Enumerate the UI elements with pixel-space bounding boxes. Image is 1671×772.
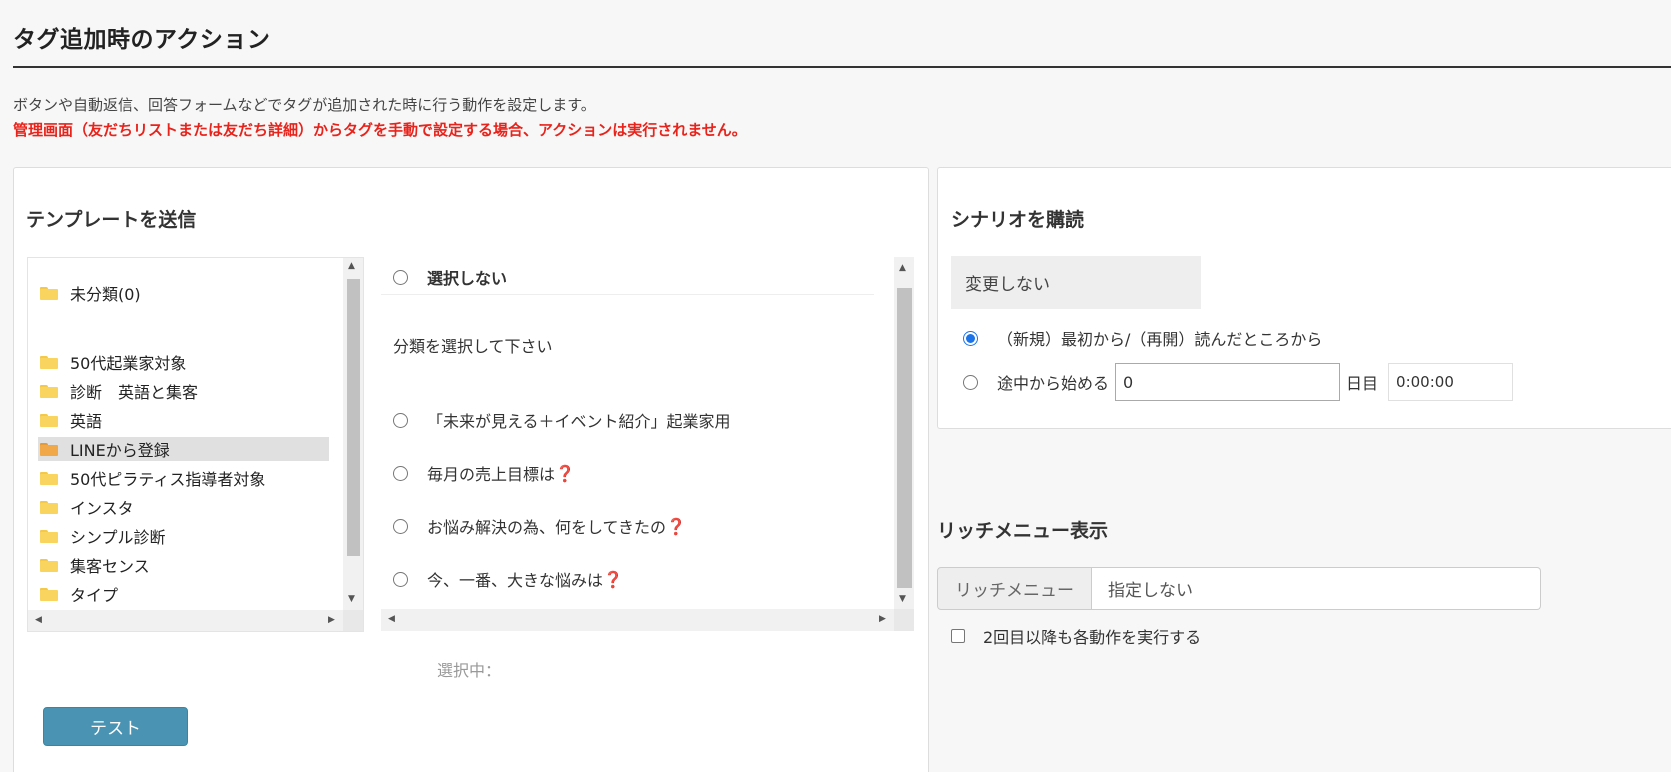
rich-menu-addon-label: リッチメニュー <box>937 567 1092 610</box>
template-option[interactable]: 今、一番、大きな悩みは ❓ <box>393 567 623 591</box>
folder-open-icon <box>40 442 58 456</box>
radio-button[interactable] <box>393 269 408 285</box>
folder-list[interactable]: 未分類(0) 50代起業家対象 診断 英語と集客 英語 LINEから登録 50代… <box>27 257 364 632</box>
question-mark-icon: ❓ <box>555 463 575 483</box>
folder-item-selected[interactable]: LINEから登録 <box>38 437 329 461</box>
question-mark-icon: ❓ <box>603 569 623 589</box>
radio-button[interactable] <box>393 465 408 481</box>
test-button[interactable]: テスト <box>43 707 188 746</box>
rich-menu-select-group[interactable]: リッチメニュー 指定しない <box>937 567 1541 610</box>
folder-icon <box>40 286 58 300</box>
folder-item[interactable]: タイプ <box>38 582 338 606</box>
folder-item[interactable]: 集客センス <box>38 553 338 577</box>
radio-button-checked[interactable] <box>963 330 978 346</box>
template-option[interactable]: 毎月の売上目標は ❓ <box>393 461 575 485</box>
scenario-section-title: シナリオを購読 <box>951 209 1085 231</box>
page-title: タグ追加時のアクション <box>13 27 271 53</box>
day-unit-label: 日目 <box>1346 374 1379 393</box>
folder-icon <box>40 500 58 514</box>
scrollbar-thumb[interactable] <box>897 288 912 588</box>
folder-icon <box>40 558 58 572</box>
folder-label: 集客センス <box>70 557 150 576</box>
radio-button[interactable] <box>393 412 408 428</box>
folder-label: LINEから登録 <box>70 441 170 460</box>
scroll-down-arrow-icon[interactable]: ▼ <box>348 595 355 604</box>
folder-label: 未分類(0) <box>70 285 141 304</box>
template-label: お悩み解決の為、何をしてきたの <box>427 518 667 537</box>
radio-button[interactable] <box>963 374 978 390</box>
scroll-left-arrow-icon[interactable]: ◀ <box>35 616 42 625</box>
no-select-option[interactable]: 選択しない <box>381 260 874 295</box>
folder-label: 50代ピラティス指導者対象 <box>70 470 266 489</box>
folder-label: タイプ <box>70 586 119 605</box>
folder-label: 50代起業家対象 <box>70 354 187 373</box>
folder-label: インスタ <box>70 499 134 518</box>
rich-menu-select[interactable]: 指定しない <box>1092 567 1541 610</box>
day-input[interactable]: 0 <box>1115 363 1341 401</box>
template-list[interactable]: 選択しない 分類を選択して下さい 「未来が見える＋イベント紹介」起業家用 毎月の… <box>381 257 914 632</box>
warning-text: 管理画面（友だちリストまたは友だち詳細）からタグを手動で設定する場合、アクション… <box>13 121 747 139</box>
scroll-up-arrow-icon[interactable]: ▲ <box>899 264 906 273</box>
folder-icon <box>40 384 58 398</box>
template-list-vertical-scrollbar[interactable]: ▲ ▼ <box>894 257 914 609</box>
folder-label: 英語 <box>70 412 103 431</box>
template-option[interactable]: お悩み解決の為、何をしてきたの ❓ <box>393 514 686 538</box>
scenario-no-change-select[interactable]: 変更しない <box>951 256 1201 309</box>
folder-list-vertical-scrollbar[interactable]: ▲ ▼ <box>343 258 363 610</box>
template-label: 今、一番、大きな悩みは <box>427 571 604 590</box>
scroll-up-arrow-icon[interactable]: ▲ <box>348 262 355 271</box>
folder-item[interactable]: インスタ <box>38 495 338 519</box>
scroll-left-arrow-icon[interactable]: ◀ <box>388 615 395 624</box>
scroll-right-arrow-icon[interactable]: ▶ <box>879 615 886 624</box>
scroll-right-arrow-icon[interactable]: ▶ <box>328 616 335 625</box>
radio-button[interactable] <box>393 571 408 587</box>
repeat-actions-option[interactable]: 2回目以降も各動作を実行する <box>951 624 1201 648</box>
page-description: ボタンや自動返信、回答フォームなどでタグが追加された時に行う動作を設定します。 <box>13 96 596 114</box>
category-hint-text: 分類を選択して下さい <box>393 337 553 356</box>
folder-item[interactable]: 診断 英語と集客 <box>38 379 338 403</box>
folder-icon <box>40 413 58 427</box>
rich-menu-section-title: リッチメニュー表示 <box>937 520 1109 542</box>
scrollbar-corner <box>343 610 363 631</box>
folder-item[interactable]: 未分類(0) <box>38 281 338 305</box>
folder-icon <box>40 587 58 601</box>
no-select-label: 選択しない <box>427 269 508 288</box>
template-label: 毎月の売上目標は <box>427 465 556 484</box>
template-label: 「未来が見える＋イベント紹介」起業家用 <box>427 412 731 431</box>
repeat-checkbox[interactable] <box>951 629 965 643</box>
folder-icon <box>40 529 58 543</box>
repeat-checkbox-label: 2回目以降も各動作を実行する <box>983 628 1202 647</box>
folder-label: シンプル診断 <box>70 528 166 547</box>
template-option[interactable]: 「未来が見える＋イベント紹介」起業家用 <box>393 408 731 432</box>
time-input[interactable]: 0:00:00 <box>1388 363 1514 401</box>
folder-label: 診断 英語と集客 <box>70 383 199 402</box>
template-section-title: テンプレートを送信 <box>26 209 197 231</box>
scrollbar-thumb[interactable] <box>347 279 360 556</box>
folder-list-horizontal-scrollbar[interactable]: ◀ ▶ <box>28 610 343 631</box>
category-hint: 分類を選択して下さい <box>393 333 553 357</box>
template-list-horizontal-scrollbar[interactable]: ◀ ▶ <box>381 609 894 631</box>
folder-item[interactable]: 50代起業家対象 <box>38 350 338 374</box>
folder-item[interactable]: シンプル診断 <box>38 524 338 548</box>
radio-button[interactable] <box>393 518 408 534</box>
title-divider <box>13 66 1671 68</box>
option-label: （新規）最初から/（再開）読んだところから <box>997 330 1323 349</box>
folder-item[interactable]: 英語 <box>38 408 338 432</box>
option-label: 途中から始める <box>997 374 1110 393</box>
folder-icon <box>40 355 58 369</box>
scenario-option-from-start[interactable]: （新規）最初から/（再開）読んだところから <box>963 326 1322 350</box>
scrollbar-corner <box>894 609 914 631</box>
question-mark-icon: ❓ <box>666 516 686 536</box>
scenario-option-from-middle[interactable]: 途中から始める 0 日目 0:00:00 <box>963 363 1514 401</box>
selected-status: 選択中： <box>437 661 502 680</box>
folder-icon <box>40 471 58 485</box>
scroll-down-arrow-icon[interactable]: ▼ <box>899 595 906 604</box>
folder-item[interactable]: 50代ピラティス指導者対象 <box>38 466 338 490</box>
